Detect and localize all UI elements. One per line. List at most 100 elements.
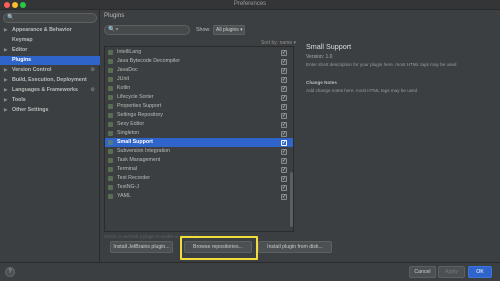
chevron-right-icon[interactable]: ▶ (4, 66, 7, 75)
plugin-enabled-checkbox[interactable]: ✓ (281, 85, 287, 92)
plugin-row[interactable]: JavaDoc ✓ (105, 66, 293, 75)
plugin-enabled-checkbox[interactable]: ✓ (281, 175, 287, 182)
plugin-icon (108, 86, 113, 91)
chevron-right-icon[interactable]: ▶ (4, 76, 7, 85)
sidebar-item[interactable]: ▶ Build, Execution, Deployment (0, 76, 100, 85)
ok-button[interactable]: OK (468, 266, 492, 278)
project-settings-icon: ⚙ (90, 67, 95, 73)
plugin-row[interactable]: Small Support ✓ (105, 138, 293, 147)
plugin-enabled-checkbox[interactable]: ✓ (281, 58, 287, 65)
plugin-row[interactable]: Java Bytecode Decompiler ✓ (105, 57, 293, 66)
plugin-enabled-checkbox[interactable]: ✓ (281, 94, 287, 101)
sidebar-item[interactable]: ▶ Tools (0, 96, 100, 105)
sidebar-item[interactable]: ▶ Appearance & Behavior (0, 26, 100, 35)
sidebar-item-label: Languages & Frameworks (12, 87, 78, 93)
settings-search-input[interactable]: 🔍 (3, 13, 97, 23)
sidebar-item[interactable]: ▶ Version Control ⚙ (0, 66, 100, 75)
plugin-name: Java Bytecode Decompiler (117, 58, 181, 64)
plugin-name: Terminal (117, 166, 138, 172)
plugin-row[interactable]: Settings Repository ✓ (105, 111, 293, 120)
plugin-enabled-checkbox[interactable]: ✓ (281, 76, 287, 83)
plugin-row[interactable]: TestNG-J ✓ (105, 183, 293, 192)
plugin-name: Kotlin (117, 85, 131, 91)
plugin-icon (108, 122, 113, 127)
sidebar-item-label: Editor (12, 47, 28, 53)
plugin-name: YAML (117, 193, 132, 199)
window-titlebar: Preferences (0, 0, 500, 10)
plugin-row[interactable]: Properties Support ✓ (105, 102, 293, 111)
plugin-enabled-checkbox[interactable]: ✓ (281, 184, 287, 191)
plugin-row[interactable]: IntelliLang ✓ (105, 48, 293, 57)
chevron-right-icon[interactable]: ▶ (4, 96, 7, 105)
plugin-icon (108, 68, 113, 73)
plugin-enabled-checkbox[interactable]: ✓ (281, 166, 287, 173)
sidebar-item-label: Plugins (12, 57, 32, 63)
plugin-row[interactable]: YAML ✓ (105, 192, 293, 201)
chevron-right-icon[interactable]: ▶ (4, 106, 7, 115)
browse-highlight-box (180, 236, 258, 260)
plugin-name: Lifecycle Sorter (117, 94, 154, 100)
plugin-name: Settings Repository (117, 112, 163, 118)
plugin-enabled-checkbox[interactable]: ✓ (281, 112, 287, 119)
plugin-name: JUnit (117, 76, 130, 82)
plugin-row[interactable]: Terminal ✓ (105, 165, 293, 174)
show-filter-dropdown[interactable]: All plugins ▾ (213, 25, 245, 35)
plugin-enabled-checkbox[interactable]: ✓ (281, 67, 287, 74)
chevron-right-icon[interactable]: ▶ (4, 86, 7, 95)
plugin-enabled-checkbox[interactable]: ✓ (281, 139, 287, 146)
plugin-search-input[interactable]: 🔍▾ (104, 25, 190, 35)
sidebar-item[interactable]: ▶ Other Settings (0, 106, 100, 115)
settings-sidebar: 🔍 ▶ Appearance & Behavior Keymap ▶ Editor Plu… (0, 10, 100, 262)
chevron-right-icon[interactable]: ▶ (4, 26, 7, 35)
plugin-enabled-checkbox[interactable]: ✓ (281, 193, 287, 200)
plugin-list: IntelliLang ✓ Java Bytecode Decompiler ✓ Jav… (104, 46, 294, 232)
sidebar-item-label: Other Settings (12, 107, 49, 113)
plugin-row[interactable]: Singleton ✓ (105, 129, 293, 138)
plugin-row[interactable]: Lifecycle Sorter ✓ (105, 93, 293, 102)
plugin-enabled-checkbox[interactable]: ✓ (281, 130, 287, 137)
install-from-disk-button[interactable]: Install plugin from disk... (258, 241, 332, 253)
plugin-enabled-checkbox[interactable]: ✓ (281, 121, 287, 128)
chevron-right-icon[interactable]: ▶ (4, 46, 7, 55)
plugin-name: Properties Support (117, 103, 162, 109)
plugin-name: Small Support (117, 139, 153, 145)
plugin-list-scrollbar[interactable] (290, 172, 293, 227)
plugin-detail-title: Small Support (306, 42, 352, 51)
plugin-icon (108, 59, 113, 64)
plugin-name: JavaDoc (117, 67, 138, 73)
help-button[interactable]: ? (5, 267, 15, 277)
change-notes-heading: Change Notes (306, 80, 337, 85)
plugin-detail-panel: Small Support Version: 1.0 Enter short d… (302, 38, 492, 232)
sidebar-item[interactable]: Keymap (0, 36, 100, 45)
sidebar-item[interactable]: Plugins (0, 56, 100, 65)
plugin-row[interactable]: Test Recorder ✓ (105, 174, 293, 183)
plugin-name: Task Management (117, 157, 161, 163)
plugin-row[interactable]: Subversion Integration ✓ (105, 147, 293, 156)
install-jetbrains-plugin-button[interactable]: Install JetBrains plugin... (110, 241, 173, 253)
plugin-row[interactable]: Kotlin ✓ (105, 84, 293, 93)
plugin-icon (108, 158, 113, 163)
plugin-icon (108, 50, 113, 55)
plugin-icon (108, 167, 113, 172)
sidebar-item[interactable]: ▶ Editor (0, 46, 100, 55)
cancel-button[interactable]: Cancel (409, 266, 436, 278)
plugin-enabled-checkbox[interactable]: ✓ (281, 103, 287, 110)
plugin-name: Test Recorder (117, 175, 150, 181)
plugin-row[interactable]: Task Management ✓ (105, 156, 293, 165)
sidebar-item-label: Version Control (12, 67, 52, 73)
page-title: Plugins (104, 12, 125, 19)
apply-button[interactable]: Apply (438, 266, 465, 278)
plugin-name: TestNG-J (117, 184, 140, 190)
plugin-description: Enter short description for your plugin … (306, 62, 457, 67)
plugin-enabled-checkbox[interactable]: ✓ (281, 157, 287, 164)
sidebar-item-label: Keymap (12, 37, 33, 43)
sidebar-item[interactable]: ▶ Languages & Frameworks ⚙ (0, 86, 100, 95)
plugin-name: Subversion Integration (117, 148, 171, 154)
plugin-name: Singleton (117, 130, 140, 136)
plugin-row[interactable]: JUnit ✓ (105, 75, 293, 84)
plugin-enabled-checkbox[interactable]: ✓ (281, 148, 287, 155)
plugin-row[interactable]: Sexy Editor ✓ (105, 120, 293, 129)
plugin-icon (108, 113, 113, 118)
plugin-enabled-checkbox[interactable]: ✓ (281, 49, 287, 56)
plugin-version: Version: 1.0 (306, 54, 333, 60)
